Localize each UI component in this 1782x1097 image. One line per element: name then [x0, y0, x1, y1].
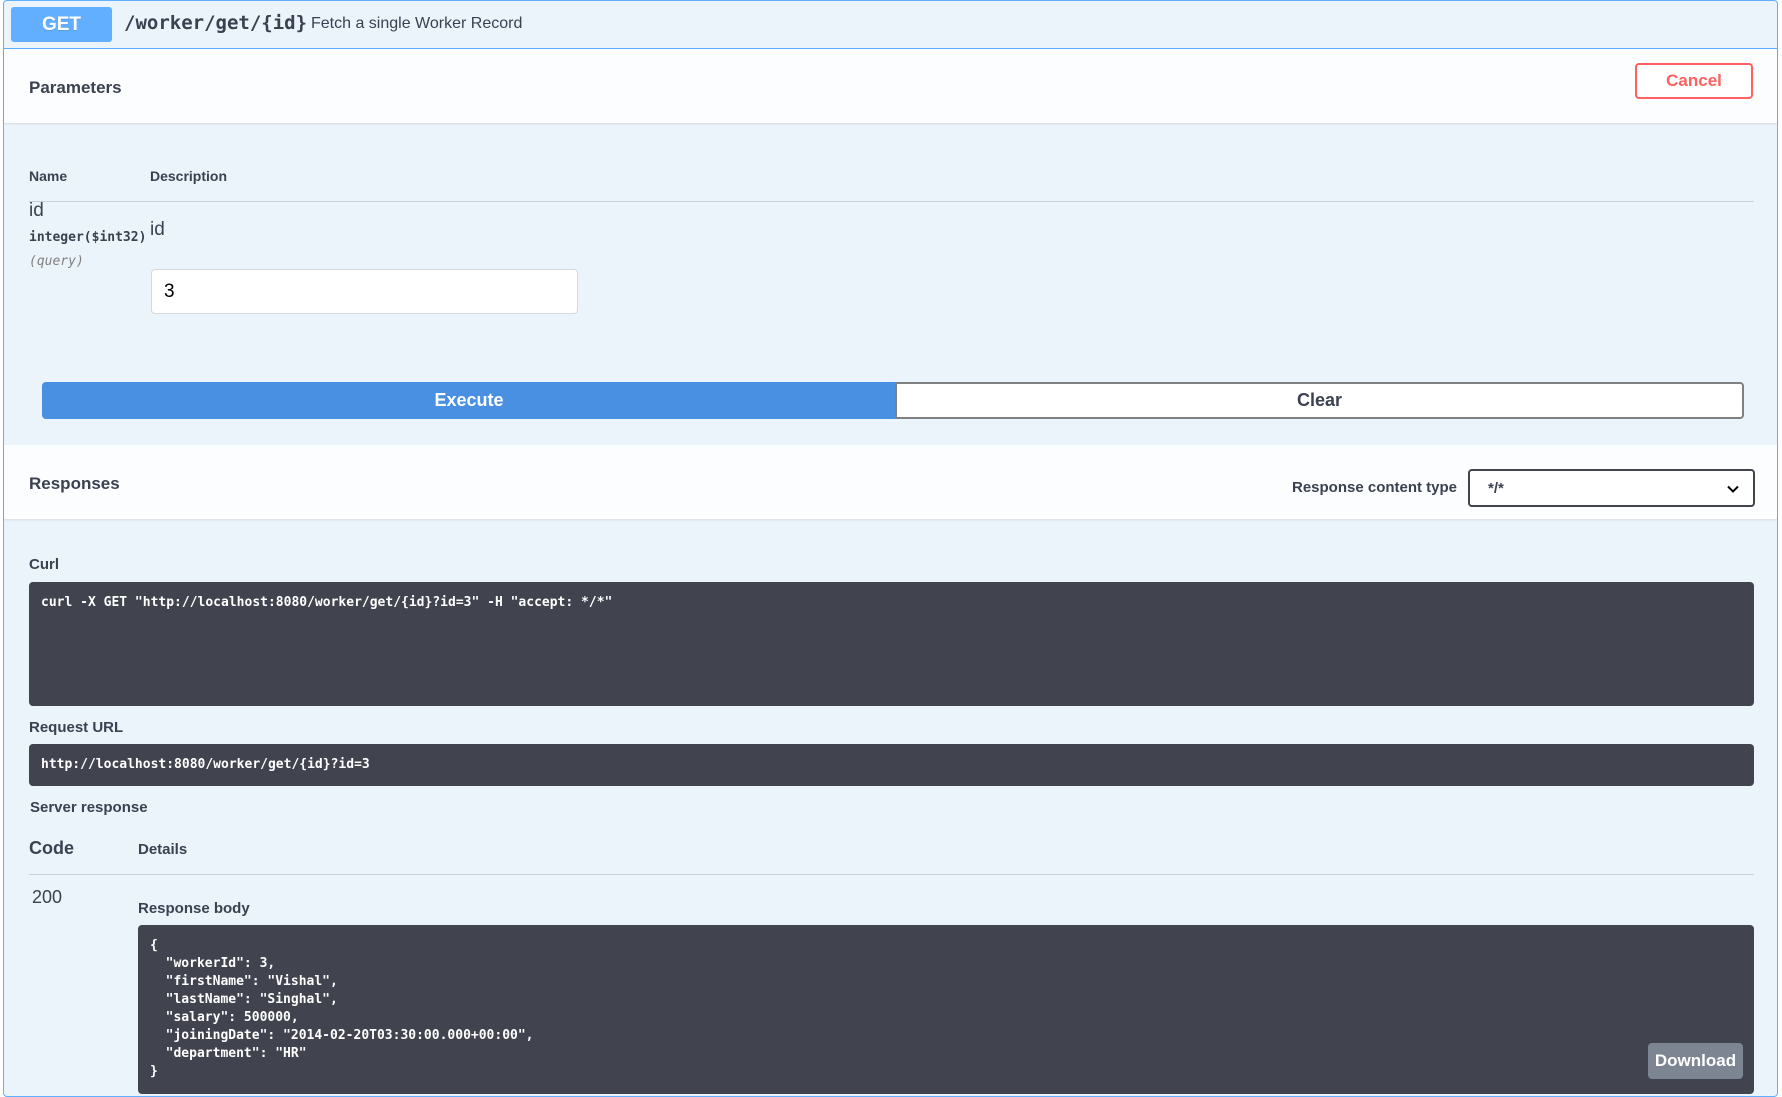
- response-code: 200: [32, 887, 63, 907]
- operation-block: GET /worker/get/{id} Fetch a single Work…: [3, 0, 1778, 1097]
- response-content-type-select[interactable]: */*: [1468, 469, 1755, 507]
- chevron-down-icon: [1727, 485, 1739, 493]
- param-description: id: [150, 219, 165, 240]
- response-content-type-label: Response content type: [1292, 479, 1458, 496]
- col-name-header: Name: [29, 168, 68, 184]
- divider: [29, 201, 1754, 202]
- request-url[interactable]: http://localhost:8080/worker/get/{id}?id…: [29, 744, 1754, 786]
- param-location: (query): [29, 254, 84, 269]
- response-body-label: Response body: [138, 900, 250, 917]
- col-code-header: Code: [29, 838, 74, 858]
- id-input[interactable]: [151, 269, 578, 314]
- param-type: integer($int32): [29, 230, 147, 245]
- clear-button[interactable]: Clear: [895, 382, 1744, 419]
- response-content-type-value: */*: [1488, 480, 1504, 497]
- download-button[interactable]: Download: [1648, 1043, 1743, 1079]
- parameters-title: Parameters: [29, 78, 122, 97]
- responses-title: Responses: [29, 474, 120, 493]
- operation-summary-text: Fetch a single Worker Record: [311, 15, 523, 32]
- col-details-header: Details: [138, 841, 188, 858]
- response-body[interactable]: { "workerId": 3, "firstName": "Vishal", …: [138, 925, 1754, 1094]
- method-badge: GET: [11, 7, 112, 42]
- execute-button[interactable]: Execute: [42, 382, 896, 419]
- divider: [29, 874, 1754, 875]
- col-description-header: Description: [150, 168, 228, 184]
- operation-summary[interactable]: GET /worker/get/{id} Fetch a single Work…: [4, 1, 1777, 49]
- parameters-header: Parameters: [4, 49, 1777, 123]
- curl-command[interactable]: curl -X GET "http://localhost:8080/worke…: [29, 582, 1754, 706]
- curl-label: Curl: [29, 556, 59, 573]
- server-response-label: Server response: [30, 799, 148, 816]
- cancel-button[interactable]: Cancel: [1635, 63, 1753, 99]
- operation-path: /worker/get/{id}: [124, 12, 308, 34]
- param-name: id: [29, 200, 44, 221]
- request-url-label: Request URL: [29, 719, 124, 736]
